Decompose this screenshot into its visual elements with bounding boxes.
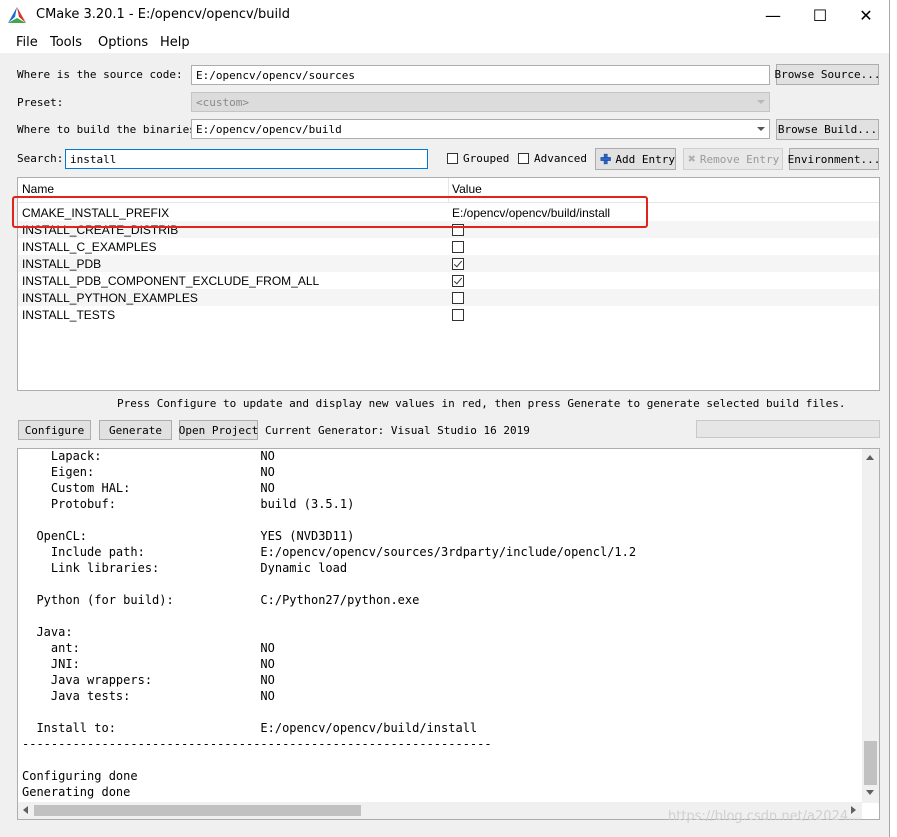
scroll-left-icon[interactable] — [23, 806, 28, 814]
source-label: Where is the source code: — [17, 68, 183, 81]
table-row[interactable]: INSTALL_TESTS — [18, 306, 879, 323]
row-checkbox[interactable] — [452, 241, 464, 253]
output-line: Generating done — [22, 785, 131, 799]
plus-icon — [600, 153, 611, 165]
menu-help[interactable]: Help — [160, 35, 190, 50]
table-row[interactable]: INSTALL_PDB — [18, 255, 879, 272]
preset-value: <custom> — [196, 95, 249, 109]
output-line: Protobuf: build (3.5.1) — [22, 497, 355, 511]
output-line: JNI: NO — [22, 657, 275, 671]
output-line: ant: NO — [22, 641, 275, 655]
remove-entry-label: Remove Entry — [699, 152, 780, 166]
search-input[interactable]: install — [65, 149, 428, 169]
current-generator-label: Current Generator: Visual Studio 16 2019 — [265, 424, 530, 437]
advanced-label: Advanced — [534, 152, 587, 165]
row-name: INSTALL_PDB_COMPONENT_EXCLUDE_FROM_ALL — [22, 274, 320, 288]
close-button[interactable]: ✕ — [843, 0, 889, 31]
output-line: Link libraries: Dynamic load — [22, 561, 348, 575]
vertical-scrollbar[interactable] — [862, 449, 879, 803]
row-name: INSTALL_TESTS — [22, 308, 116, 322]
menu-bar: File Tools Options Help — [0, 31, 889, 53]
column-header-value[interactable]: Value — [452, 182, 482, 196]
table-row[interactable]: INSTALL_PYTHON_EXAMPLES — [18, 289, 879, 306]
remove-icon: ✖ — [688, 151, 696, 167]
row-checkbox[interactable] — [452, 309, 464, 321]
row-checkbox[interactable] — [452, 292, 464, 304]
row-name: INSTALL_PDB — [22, 257, 102, 271]
generate-button[interactable]: Generate — [99, 420, 172, 440]
output-line: Eigen: NO — [22, 465, 275, 479]
highlight-annotation — [12, 196, 648, 228]
grouped-checkbox[interactable] — [447, 153, 458, 164]
source-path-input[interactable]: E:/opencv/opencv/sources — [191, 65, 770, 85]
scroll-up-icon[interactable] — [866, 455, 874, 460]
output-line: Java: — [22, 625, 73, 639]
output-line: Lapack: NO — [22, 449, 275, 463]
output-line: Include path: E:/opencv/opencv/sources/3… — [22, 545, 637, 559]
progress-bar — [696, 420, 880, 438]
remove-entry-button: ✖ Remove Entry — [683, 148, 783, 170]
output-line: OpenCL: YES (NVD3D11) — [22, 529, 355, 543]
output-line: Install to: E:/opencv/opencv/build/insta… — [22, 721, 478, 735]
row-checkbox[interactable] — [452, 275, 464, 287]
maximize-button[interactable]: ☐ — [797, 0, 843, 31]
build-path-combobox[interactable]: E:/opencv/opencv/build — [191, 119, 770, 139]
grouped-label: Grouped — [463, 152, 510, 165]
configure-button[interactable]: Configure — [18, 420, 91, 440]
title-bar: CMake 3.20.1 - E:/opencv/opencv/build — … — [0, 0, 889, 31]
advanced-checkbox[interactable] — [518, 153, 529, 164]
preset-label: Preset: — [17, 96, 64, 109]
build-label: Where to build the binaries: — [17, 123, 203, 136]
configure-hint: Press Configure to update and display ne… — [117, 397, 846, 410]
horizontal-scroll-thumb[interactable] — [34, 805, 361, 816]
output-line: Python (for build): C:/Python27/python.e… — [22, 593, 420, 607]
scroll-down-icon[interactable] — [866, 790, 874, 795]
table-row[interactable]: INSTALL_PDB_COMPONENT_EXCLUDE_FROM_ALL — [18, 272, 879, 289]
row-name: INSTALL_C_EXAMPLES — [22, 240, 157, 254]
browse-build-button[interactable]: Browse Build... — [776, 119, 879, 140]
output-line: Custom HAL: NO — [22, 481, 275, 495]
output-log[interactable]: Lapack: NO Eigen: NO Custom HAL: NO Prot… — [17, 448, 880, 820]
environment-button[interactable]: Environment... — [788, 148, 880, 170]
row-checkbox[interactable] — [452, 258, 464, 270]
minimize-button[interactable]: — — [750, 0, 796, 31]
menu-options[interactable]: Options — [98, 35, 148, 50]
output-line: ----------------------------------------… — [22, 737, 492, 751]
output-line: Java tests: NO — [22, 689, 275, 703]
browse-source-button[interactable]: Browse Source... — [775, 64, 880, 85]
add-entry-button[interactable]: Add Entry — [595, 148, 676, 170]
chevron-down-icon[interactable] — [757, 127, 765, 131]
vertical-scroll-thumb[interactable] — [864, 741, 877, 785]
open-project-button[interactable]: Open Project — [179, 420, 258, 440]
build-path-value: E:/opencv/opencv/build — [196, 122, 342, 136]
output-line: Java wrappers: NO — [22, 673, 275, 687]
search-label: Search: — [17, 152, 64, 165]
row-name: INSTALL_PYTHON_EXAMPLES — [22, 291, 198, 305]
preset-select: <custom> — [191, 92, 770, 112]
cmake-window: CMake 3.20.1 - E:/opencv/opencv/build — … — [0, 0, 890, 837]
watermark: https://blog.csdn.net/a2024... — [668, 809, 861, 824]
add-entry-label: Add Entry — [615, 152, 675, 166]
menu-tools[interactable]: Tools — [50, 35, 82, 50]
cmake-logo-icon — [8, 7, 26, 23]
column-header-name[interactable]: Name — [22, 182, 54, 196]
output-line: Configuring done — [22, 769, 138, 783]
menu-file[interactable]: File — [16, 35, 38, 50]
window-title: CMake 3.20.1 - E:/opencv/opencv/build — [36, 7, 291, 22]
chevron-down-icon — [757, 100, 765, 104]
table-row[interactable]: INSTALL_C_EXAMPLES — [18, 238, 879, 255]
